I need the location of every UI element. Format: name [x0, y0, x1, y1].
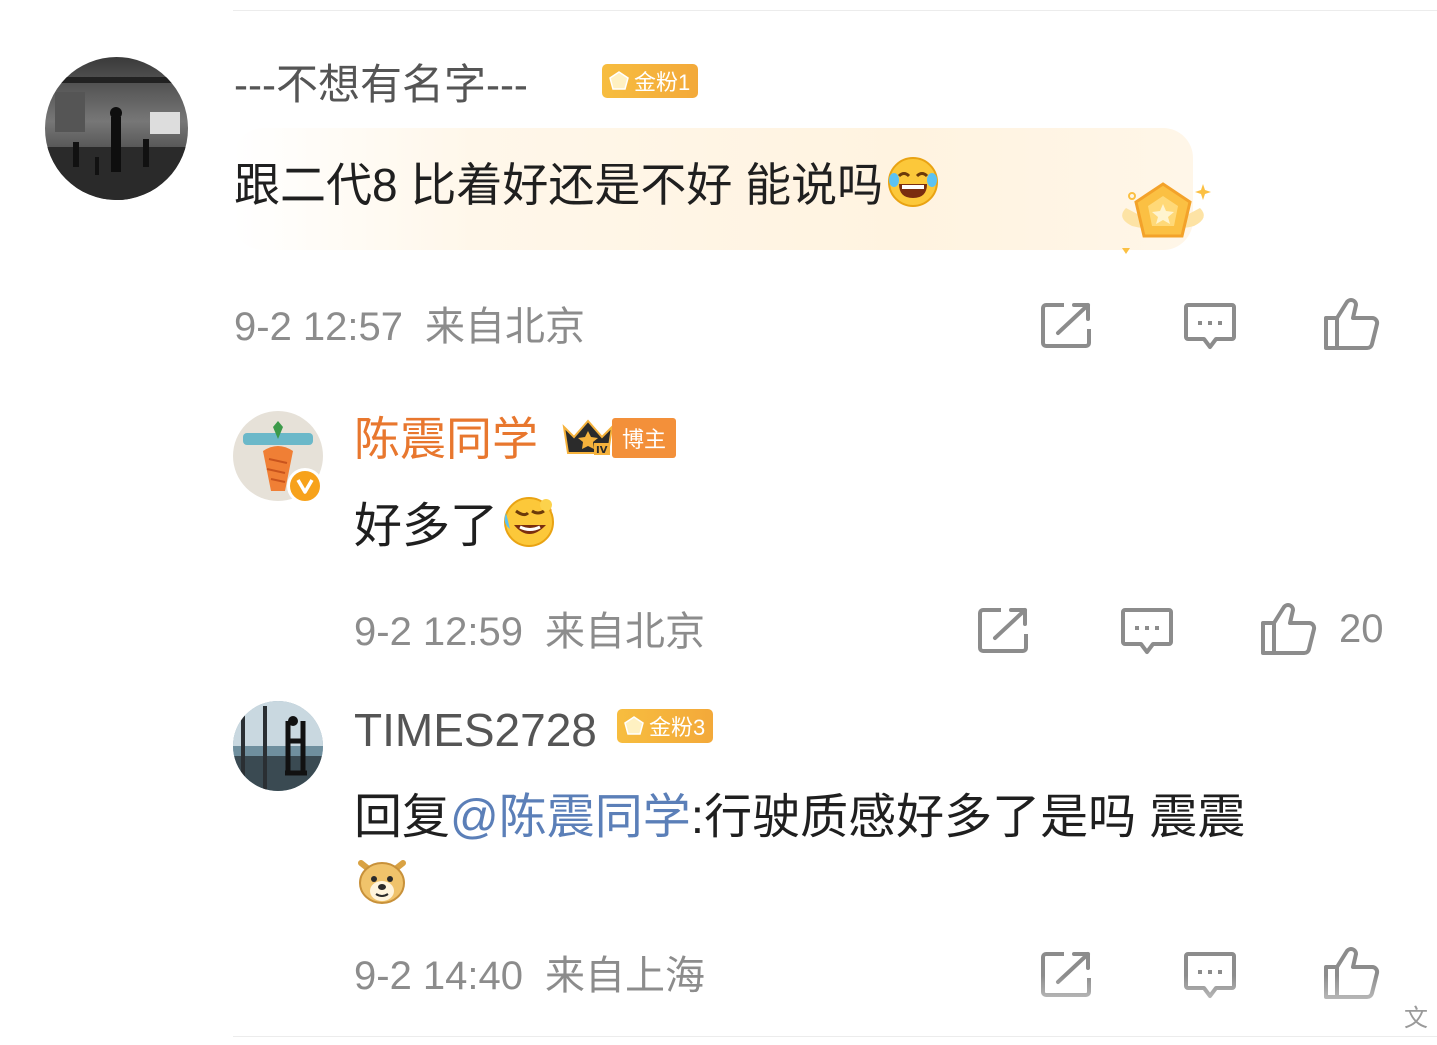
location: 来自北京 [425, 305, 586, 349]
badge-label: 博主 [612, 418, 677, 458]
comment-text: 好多了 [354, 495, 556, 564]
top-divider [233, 10, 1437, 11]
timestamp: 9-2 12:57 [234, 305, 404, 349]
badge-label: 金粉3 [649, 715, 706, 740]
comment-content: 跟二代8 比着好还是不好 能说吗 [234, 158, 884, 211]
fan-level-badge[interactable]: 金粉1 [602, 64, 699, 98]
avatar[interactable] [233, 701, 323, 791]
comment-content: 好多了 [354, 500, 499, 554]
like-button[interactable] [1322, 296, 1382, 352]
gem-icon [609, 71, 629, 90]
share-icon [978, 608, 1028, 653]
username[interactable]: 陈震同学 [354, 416, 538, 462]
comment-meta: 9-2 14:40 来自上海 [354, 956, 705, 996]
comment-icon [1121, 608, 1173, 654]
avatar[interactable] [45, 57, 188, 200]
doge-emoji [355, 853, 409, 912]
username[interactable]: ---不想有名字--- [234, 64, 528, 106]
mention-link[interactable]: @陈震同学 [450, 791, 691, 844]
comment-content: :行驶质感好多了是吗 震震 [690, 791, 1246, 844]
rolling-laugh-emoji [502, 495, 556, 564]
username[interactable]: TIMES2728 [354, 707, 597, 753]
comment-icon [1184, 303, 1236, 349]
fan-level-badge[interactable]: 金粉3 [617, 709, 714, 743]
badge-level: IV [596, 445, 608, 456]
like-count: 20 [1339, 606, 1384, 651]
bottom-partial-text: 文 [1404, 1005, 1428, 1032]
location: 来自上海 [545, 954, 706, 998]
comment-text: 跟二代8 比着好还是不好 能说吗 [234, 156, 939, 222]
comment-thread: ---不想有名字--- 金粉1 跟二代8 比着好还是不好 能说吗 9-2 12:… [0, 0, 1437, 1045]
comment-meta: 9-2 12:59 来自北京 [354, 612, 705, 652]
share-button[interactable] [977, 606, 1031, 654]
timestamp: 9-2 12:59 [354, 610, 524, 654]
bottom-fade-overlay [1030, 975, 1437, 1035]
thumbs-up-icon [1324, 298, 1380, 350]
blogger-badge[interactable]: IV 博主 [560, 417, 677, 459]
comment-button[interactable] [1183, 301, 1237, 351]
comment-text: 回复@陈震同学:行驶质感好多了是吗 震震 [354, 782, 1245, 854]
location: 来自北京 [545, 610, 706, 654]
laughing-tears-emoji [887, 156, 939, 222]
bottom-divider [233, 1036, 1437, 1037]
crown-icon: IV [562, 419, 614, 456]
comment-meta: 9-2 12:57 来自北京 [234, 307, 585, 347]
verified-v-icon [287, 468, 323, 504]
fan-medal-icon [1108, 178, 1218, 263]
gem-icon [624, 716, 644, 735]
badge-label: 金粉1 [634, 70, 691, 95]
timestamp: 9-2 14:40 [354, 954, 524, 998]
like-button[interactable]: 20 [1259, 601, 1384, 657]
share-button[interactable] [1040, 301, 1094, 349]
comment-button[interactable] [1120, 606, 1174, 656]
share-icon [1041, 303, 1091, 348]
reply-prefix: 回复 [354, 791, 451, 844]
thumbs-up-icon [1261, 603, 1317, 655]
